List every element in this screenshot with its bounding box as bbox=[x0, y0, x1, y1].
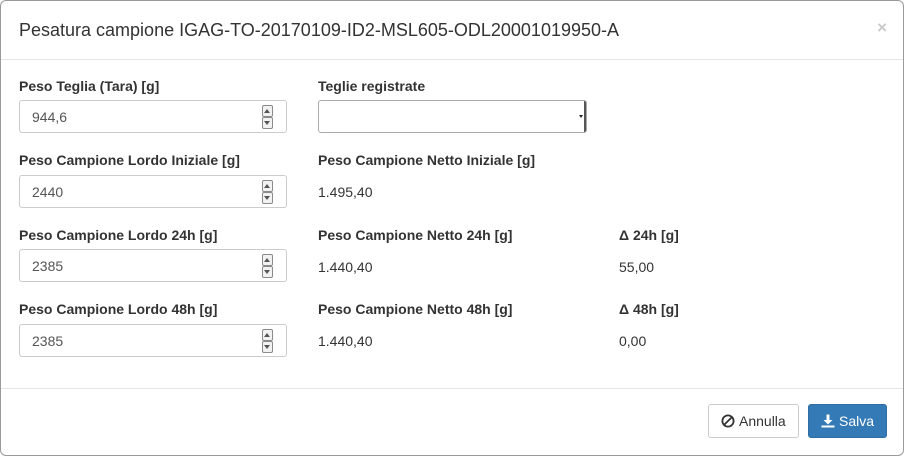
lordo-48h-input[interactable]: 2385 bbox=[19, 324, 287, 357]
netto-48h-label: Peso Campione Netto 48h [g] bbox=[318, 301, 513, 317]
tara-label: Peso Teglia (Tara) [g] bbox=[19, 78, 160, 94]
spin-down-icon[interactable] bbox=[262, 266, 273, 278]
netto-24h-label: Peso Campione Netto 24h [g] bbox=[318, 227, 513, 243]
lordo-24h-label: Peso Campione Lordo 24h [g] bbox=[19, 227, 218, 243]
tara-spinner[interactable] bbox=[262, 105, 273, 129]
delta-24h-label: Δ 24h [g] bbox=[619, 227, 679, 243]
cancel-label: Annulla bbox=[739, 413, 786, 429]
lordo-iniziale-input[interactable]: 2440 bbox=[19, 175, 287, 208]
save-button[interactable]: Salva bbox=[808, 404, 887, 438]
netto-iniziale-value: 1.495,40 bbox=[318, 184, 373, 200]
netto-iniziale-label: Peso Campione Netto Iniziale [g] bbox=[318, 152, 536, 168]
lordo-24h-value[interactable]: 2385 bbox=[32, 257, 63, 275]
tara-value[interactable]: 944,6 bbox=[32, 108, 67, 126]
lordo-48h-spinner[interactable] bbox=[262, 329, 273, 353]
lordo-iniziale-value[interactable]: 2440 bbox=[32, 183, 63, 201]
delta-48h-label: Δ 48h [g] bbox=[619, 301, 679, 317]
netto-48h-value: 1.440,40 bbox=[318, 333, 373, 349]
spin-up-icon[interactable] bbox=[262, 105, 273, 117]
ban-icon bbox=[721, 414, 735, 432]
chevron-down-icon[interactable] bbox=[579, 115, 583, 118]
delta-48h-value: 0,00 bbox=[619, 333, 647, 349]
teglie-label: Teglie registrate bbox=[318, 78, 426, 94]
spin-up-icon[interactable] bbox=[262, 254, 273, 266]
lordo-48h-value[interactable]: 2385 bbox=[32, 332, 63, 350]
lordo-48h-label: Peso Campione Lordo 48h [g] bbox=[19, 301, 218, 317]
netto-24h-value: 1.440,40 bbox=[318, 259, 373, 275]
dialog-title: Pesatura campione IGAG-TO-20170109-ID2-M… bbox=[19, 20, 620, 40]
select-edge bbox=[584, 101, 586, 132]
pesatura-dialog: Pesatura campione IGAG-TO-20170109-ID2-M… bbox=[0, 0, 904, 456]
spin-down-icon[interactable] bbox=[262, 117, 273, 129]
tara-input[interactable]: 944,6 bbox=[19, 100, 287, 133]
lordo-24h-spinner[interactable] bbox=[262, 254, 273, 278]
spin-up-icon[interactable] bbox=[262, 329, 273, 341]
download-icon bbox=[821, 414, 835, 432]
delta-24h-value: 55,00 bbox=[619, 259, 655, 275]
cancel-button[interactable]: Annulla bbox=[708, 404, 799, 438]
spin-down-icon[interactable] bbox=[262, 192, 273, 204]
save-label: Salva bbox=[839, 413, 875, 429]
lordo-iniziale-label: Peso Campione Lordo Iniziale [g] bbox=[19, 152, 240, 168]
lordo-24h-input[interactable]: 2385 bbox=[19, 249, 287, 282]
lordo-iniziale-spinner[interactable] bbox=[262, 180, 273, 204]
spin-down-icon[interactable] bbox=[262, 341, 273, 353]
close-icon[interactable]: × bbox=[877, 18, 887, 38]
spin-up-icon[interactable] bbox=[262, 180, 273, 192]
dialog-header: Pesatura campione IGAG-TO-20170109-ID2-M… bbox=[1, 1, 903, 60]
teglie-select[interactable] bbox=[318, 100, 587, 133]
